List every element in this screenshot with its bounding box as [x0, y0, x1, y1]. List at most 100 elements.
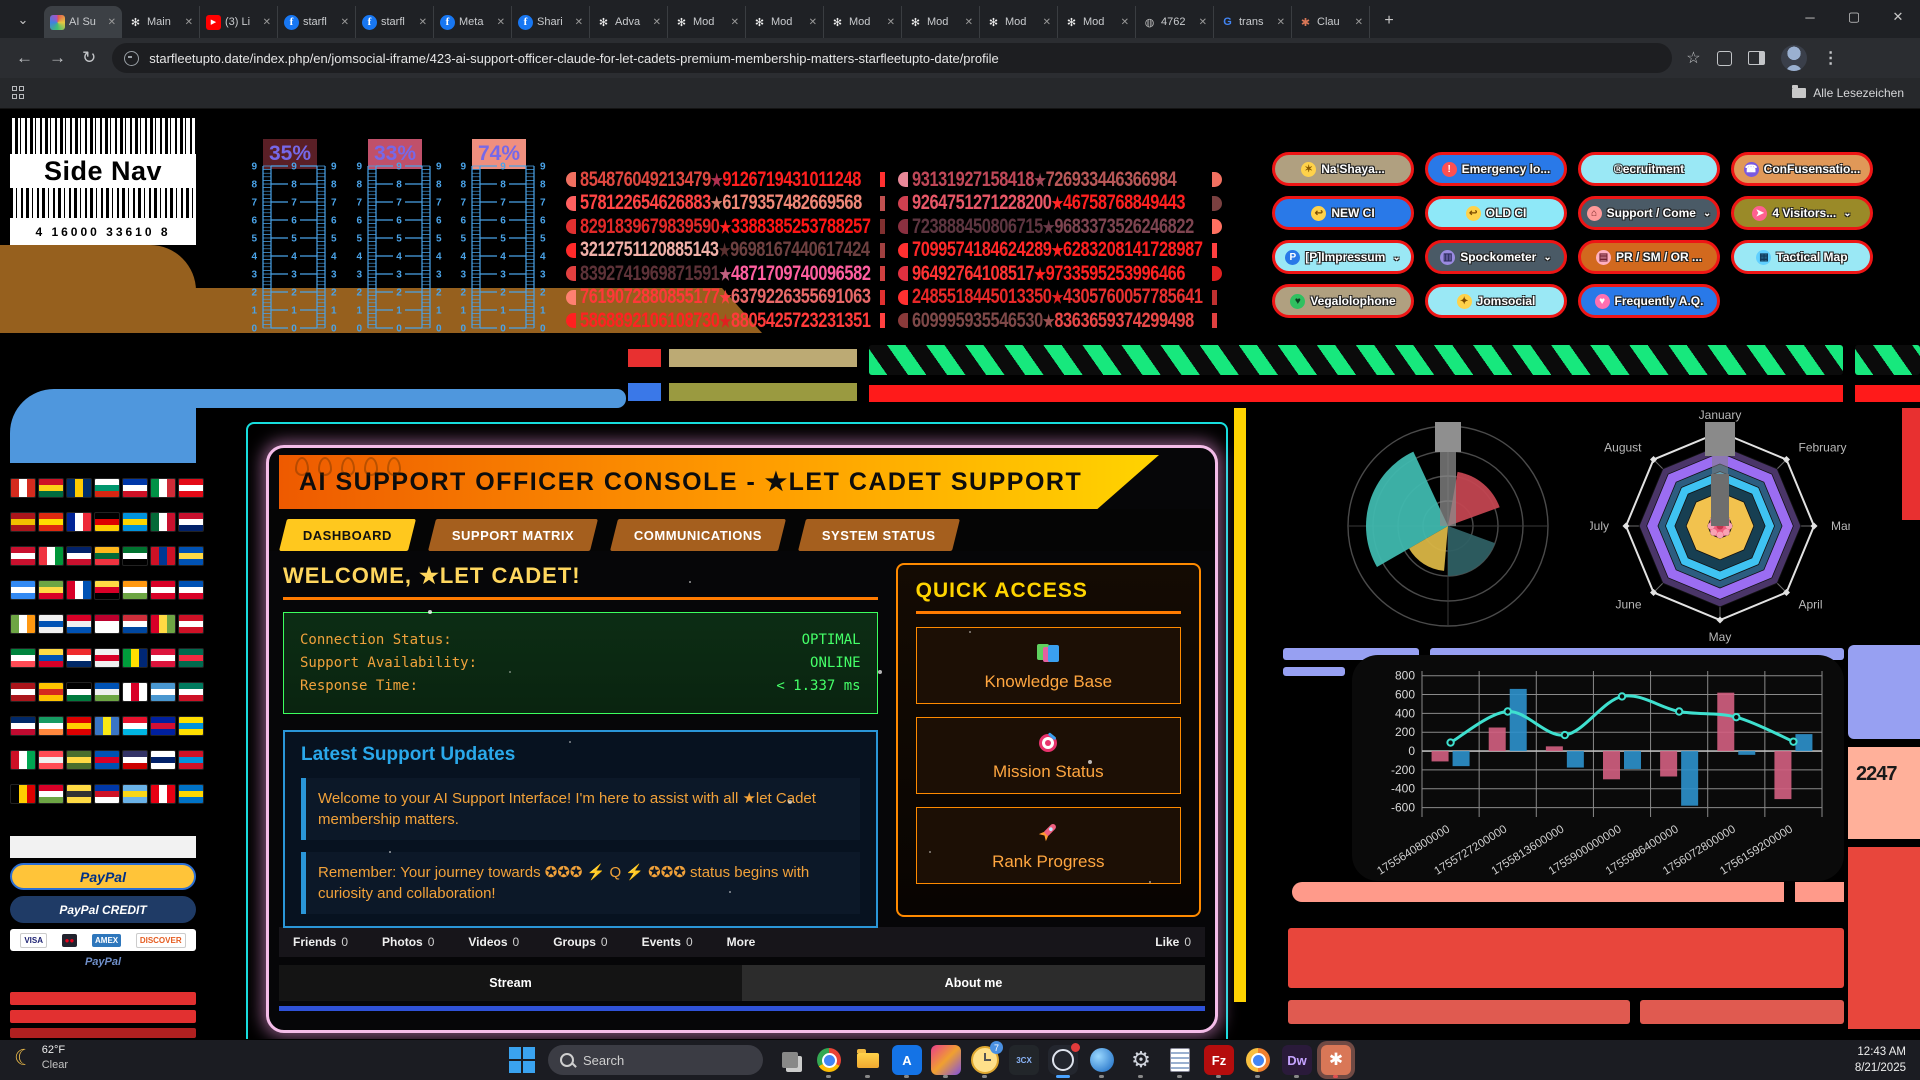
- taskbar-icon-clock-app[interactable]: 7: [970, 1045, 1000, 1075]
- country-flag[interactable]: [150, 478, 176, 498]
- country-flag[interactable]: [94, 546, 120, 566]
- country-flag[interactable]: [122, 750, 148, 770]
- country-flag[interactable]: [66, 682, 92, 702]
- country-flag[interactable]: [38, 580, 64, 600]
- country-flag[interactable]: [178, 648, 204, 668]
- tab-close-icon[interactable]: ✕: [965, 17, 973, 28]
- lcars-button-pink-heart[interactable]: ♥Frequently A.Q.: [1578, 284, 1720, 318]
- close-button[interactable]: ✕: [1876, 9, 1920, 25]
- bookmark-star-icon[interactable]: ☆: [1686, 48, 1700, 68]
- taskbar-icon-claude[interactable]: ✱: [1321, 1045, 1351, 1075]
- country-flag[interactable]: [66, 546, 92, 566]
- taskbar-icon-window-stack[interactable]: [775, 1045, 805, 1075]
- tab-stream[interactable]: Stream: [279, 965, 742, 1001]
- browser-tab[interactable]: ✻Adva✕: [590, 6, 668, 38]
- country-flag[interactable]: [150, 512, 176, 532]
- tab-close-icon[interactable]: ✕: [419, 17, 427, 28]
- country-flag[interactable]: [66, 648, 92, 668]
- reload-button[interactable]: ↻: [82, 48, 96, 68]
- lcars-button-curved-arrow[interactable]: ↩NEW CI: [1272, 196, 1414, 230]
- country-flag[interactable]: [122, 614, 148, 634]
- country-flag[interactable]: [94, 478, 120, 498]
- country-flag[interactable]: [122, 648, 148, 668]
- lcars-button-parking[interactable]: P[P]Impressum⌄: [1272, 240, 1414, 274]
- all-bookmarks-button[interactable]: Alle Lesezeichen: [1792, 86, 1904, 100]
- quick-button-target[interactable]: Mission Status: [916, 717, 1181, 794]
- country-flag[interactable]: [178, 784, 204, 804]
- tab-search-icon[interactable]: ⌄: [8, 5, 38, 35]
- tab-close-icon[interactable]: ✕: [263, 17, 271, 28]
- new-tab-button[interactable]: +: [1376, 8, 1402, 34]
- country-flag[interactable]: [178, 750, 204, 770]
- tab-close-icon[interactable]: ✕: [341, 17, 349, 28]
- browser-tab[interactable]: fShari✕: [512, 6, 590, 38]
- start-button[interactable]: [508, 1046, 536, 1074]
- tab-close-icon[interactable]: ✕: [185, 17, 193, 28]
- country-flag[interactable]: [94, 750, 120, 770]
- tab-close-icon[interactable]: ✕: [1121, 17, 1129, 28]
- taskbar-icon-settings[interactable]: ⚙: [1126, 1045, 1156, 1075]
- country-flag[interactable]: [150, 716, 176, 736]
- country-flag[interactable]: [178, 682, 204, 702]
- country-flag[interactable]: [10, 750, 36, 770]
- taskbar-icon-file-explorer[interactable]: [853, 1045, 883, 1075]
- country-flag[interactable]: [10, 478, 36, 498]
- browser-tab[interactable]: AI Su✕: [44, 6, 122, 38]
- radar-slider-handle[interactable]: [1705, 422, 1735, 456]
- tab-close-icon[interactable]: ✕: [887, 17, 895, 28]
- country-flag[interactable]: [150, 546, 176, 566]
- console-tab-system-status[interactable]: SYSTEM STATUS: [798, 519, 960, 551]
- taskbar-icon-adobe-app[interactable]: A: [892, 1045, 922, 1075]
- browser-tab[interactable]: fstarfl✕: [356, 6, 434, 38]
- country-flag[interactable]: [94, 716, 120, 736]
- country-flag[interactable]: [10, 648, 36, 668]
- tab-close-icon[interactable]: ✕: [1043, 17, 1051, 28]
- country-flag[interactable]: [10, 580, 36, 600]
- country-flag[interactable]: [150, 648, 176, 668]
- country-flag[interactable]: [150, 784, 176, 804]
- country-flag[interactable]: [66, 478, 92, 498]
- lcars-button-rocket[interactable]: ➤4 Visitors...⌄: [1731, 196, 1873, 230]
- browser-tab[interactable]: ✻Mod✕: [668, 6, 746, 38]
- country-flag[interactable]: [94, 512, 120, 532]
- browser-tab[interactable]: ◍4762✕: [1136, 6, 1214, 38]
- profile-nav-videos[interactable]: Videos0: [468, 935, 519, 949]
- country-flag[interactable]: [10, 614, 36, 634]
- country-flag[interactable]: [10, 784, 36, 804]
- country-flag[interactable]: [150, 750, 176, 770]
- side-panel-icon[interactable]: [1748, 51, 1765, 65]
- polar-slider-handle[interactable]: [1435, 422, 1461, 452]
- extensions-icon[interactable]: [1717, 51, 1732, 66]
- console-tab-dashboard[interactable]: DASHBOARD: [279, 519, 416, 551]
- profile-nav-events[interactable]: Events0: [642, 935, 693, 949]
- country-flag[interactable]: [10, 682, 36, 702]
- taskbar-icon-3cx[interactable]: 3CX: [1009, 1045, 1039, 1075]
- like-button[interactable]: Like0: [1155, 935, 1191, 949]
- browser-tab[interactable]: ✻Mod✕: [746, 6, 824, 38]
- tab-close-icon[interactable]: ✕: [1355, 17, 1363, 28]
- taskbar-icon-filezilla[interactable]: Fz: [1204, 1045, 1234, 1075]
- browser-tab[interactable]: ▶(3) Li✕: [200, 6, 278, 38]
- tab-close-icon[interactable]: ✕: [108, 17, 116, 28]
- tab-close-icon[interactable]: ✕: [809, 17, 817, 28]
- taskbar-icon-media-player[interactable]: [1087, 1045, 1117, 1075]
- country-flag[interactable]: [178, 478, 204, 498]
- taskbar-icon-notes[interactable]: [1165, 1045, 1195, 1075]
- country-flag[interactable]: [178, 546, 204, 566]
- lcars-button-wave-hand-cat[interactable]: ✶Na'Shaya...: [1272, 152, 1414, 186]
- country-flag[interactable]: [94, 784, 120, 804]
- country-flag[interactable]: [38, 716, 64, 736]
- quick-button-rocket[interactable]: Rank Progress: [916, 807, 1181, 884]
- lcars-button-world-map[interactable]: ▦Tactical Map: [1731, 240, 1873, 274]
- menu-icon[interactable]: ⋮: [1823, 48, 1839, 68]
- browser-tab[interactable]: ✻Mod✕: [1058, 6, 1136, 38]
- paypal-credit-button[interactable]: PayPal CREDIT: [10, 896, 196, 923]
- profile-avatar[interactable]: [1781, 45, 1807, 71]
- back-button[interactable]: ←: [16, 48, 33, 68]
- taskbar-icon-chrome-beta[interactable]: [1243, 1045, 1273, 1075]
- browser-tab[interactable]: fMeta✕: [434, 6, 512, 38]
- country-flag[interactable]: [178, 512, 204, 532]
- country-flag[interactable]: [66, 784, 92, 804]
- site-info-icon[interactable]: [124, 51, 139, 66]
- browser-tab[interactable]: ✻Mod✕: [824, 6, 902, 38]
